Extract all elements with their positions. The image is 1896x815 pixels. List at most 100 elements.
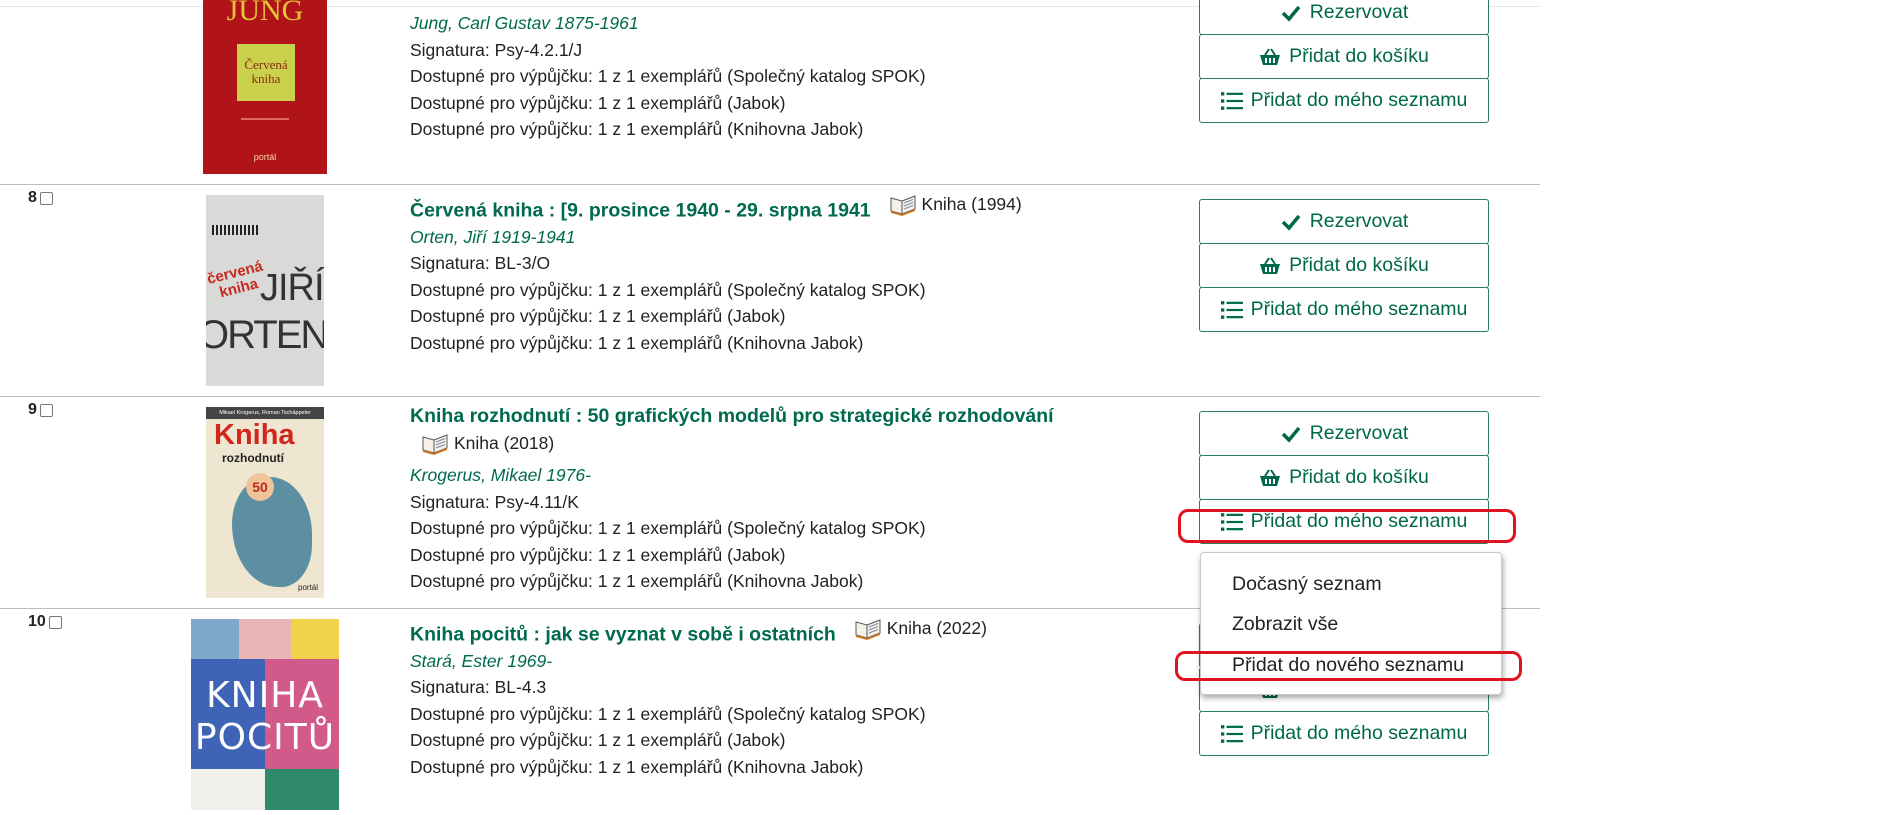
- cover-panel-text: Červená kniha: [244, 57, 288, 86]
- cover-number: 50: [246, 473, 274, 501]
- record-actions: Rezervovat Přidat do košíku Přidat do mé…: [1199, 0, 1489, 123]
- cover-tile: [291, 619, 339, 659]
- menu-item-show-all[interactable]: Zobrazit vše: [1232, 613, 1338, 636]
- check-icon: [1280, 3, 1302, 23]
- add-to-list-button[interactable]: Přidat do mého seznamu: [1199, 78, 1489, 123]
- author-link[interactable]: Orten, Jiří 1919-1941: [410, 224, 1022, 251]
- add-to-cart-button[interactable]: Přidat do košíku: [1199, 243, 1489, 288]
- availability-line: Dostupné pro výpůjčku: 1 z 1 exemplářů (…: [410, 571, 864, 592]
- cover-title: JUNG: [226, 0, 304, 27]
- list-icon: [1220, 512, 1243, 532]
- record-actions: Rezervovat Přidat do košíku Přidat do mé…: [1199, 411, 1489, 544]
- result-number: 10: [28, 613, 62, 631]
- result-number-label: 8: [28, 189, 37, 206]
- record-info: Červená kniha : [9. prosince 1940 - 29. …: [410, 191, 1022, 356]
- add-to-cart-label: Přidat do košíku: [1289, 45, 1429, 67]
- cover-name-last: ORTEN: [206, 313, 324, 357]
- format-label: Kniha (2022): [886, 618, 987, 638]
- availability-line: Dostupné pro výpůjčku: 1 z 1 exemplářů (…: [410, 279, 926, 300]
- format-label: Kniha (2018): [454, 432, 555, 453]
- author-link[interactable]: Stará, Ester 1969-: [410, 648, 987, 675]
- book-icon: [888, 192, 918, 217]
- cover-tile: [191, 619, 239, 659]
- record-info: Kniha pocitů : jak se vyznat v sobě i os…: [410, 615, 987, 780]
- add-to-cart-button[interactable]: Přidat do košíku: [1199, 455, 1489, 500]
- cover-big-title: Kniha: [214, 419, 295, 451]
- signature: Signatura: BL-4.3: [410, 677, 547, 698]
- availability-line: Dostupné pro výpůjčku: 1 z 1 exemplářů (…: [410, 92, 786, 113]
- cover-sub-title: rozhodnutí: [222, 451, 284, 465]
- select-checkbox[interactable]: [48, 615, 62, 629]
- basket-icon: [1259, 256, 1281, 276]
- menu-item-temporary-list[interactable]: Dočasný seznam: [1232, 573, 1382, 596]
- availability-line: Dostupné pro výpůjčku: 1 z 1 exemplářů (…: [410, 119, 864, 139]
- signature: Signatura: BL-3/O: [410, 253, 551, 274]
- signature: Signatura: Psy-4.2.1/J: [410, 39, 583, 60]
- reserve-label: Rezervovat: [1309, 1, 1409, 23]
- author-link[interactable]: Krogerus, Mikael 1976-: [410, 462, 1054, 489]
- list-icon: [1220, 91, 1243, 111]
- add-to-cart-label: Přidat do košíku: [1289, 254, 1429, 276]
- reserve-button[interactable]: Rezervovat: [1199, 199, 1489, 244]
- cover-panel: Červená kniha: [237, 44, 295, 101]
- reserve-label: Rezervovat: [1309, 422, 1409, 444]
- basket-icon: [1259, 47, 1281, 67]
- format-badge: Kniha (2018): [420, 430, 554, 457]
- add-to-list-label: Přidat do mého seznamu: [1250, 298, 1468, 320]
- record-title-link[interactable]: Červená kniha : [9. prosince 1940 - 29. …: [410, 199, 871, 221]
- cover-tile: [191, 769, 265, 810]
- reserve-button[interactable]: Rezervovat: [1199, 411, 1489, 456]
- select-checkbox[interactable]: [39, 403, 53, 417]
- availability-line: Dostupné pro výpůjčku: 1 z 1 exemplářů (…: [410, 756, 864, 777]
- list-dropdown-menu: Dočasný seznam Zobrazit vše Přidat do no…: [1200, 552, 1502, 695]
- record-info: Jung, Carl Gustav 1875-1961 Signatura: P…: [410, 10, 926, 143]
- cover-title-line2: POCITŮ: [194, 717, 336, 758]
- add-to-list-button[interactable]: Přidat do mého seznamu: [1199, 711, 1489, 756]
- menu-item-add-to-new-list[interactable]: Přidat do nového seznamu: [1232, 654, 1464, 677]
- result-number-label: 10: [28, 613, 46, 630]
- result-number-label: 9: [28, 401, 37, 418]
- add-to-list-button[interactable]: Přidat do mého seznamu: [1199, 499, 1489, 544]
- availability-line: Dostupné pro výpůjčku: 1 z 1 exemplářů (…: [410, 306, 786, 327]
- result-row: 8 červená kniha JIŘÍ ORTEN Červená kniha…: [0, 185, 1540, 397]
- check-icon: [1280, 424, 1302, 444]
- book-cover[interactable]: Mikael Krogerus, Roman Tschäppeler Kniha…: [206, 407, 324, 598]
- record-title-link[interactable]: Kniha rozhodnutí : 50 grafických modelů …: [410, 403, 1054, 430]
- author-link[interactable]: Jung, Carl Gustav 1875-1961: [410, 10, 926, 37]
- add-to-list-button[interactable]: Přidat do mého seznamu: [1199, 287, 1489, 332]
- cover-publisher: portál: [253, 152, 277, 162]
- availability-line: Dostupné pro výpůjčku: 1 z 1 exemplářů (…: [410, 332, 864, 353]
- list-icon: [1220, 724, 1243, 744]
- result-row: JUNG Červená kniha portál Jung, Carl Gus…: [0, 0, 1540, 185]
- add-to-cart-label: Přidat do košíku: [1289, 466, 1429, 488]
- availability-line: Dostupné pro výpůjčku: 1 z 1 exemplářů (…: [410, 703, 926, 724]
- book-cover[interactable]: JUNG Červená kniha portál: [203, 0, 327, 174]
- cover-name-first: JIŘÍ: [260, 267, 324, 309]
- add-to-cart-button[interactable]: Přidat do košíku: [1199, 34, 1489, 79]
- result-number: 9: [28, 401, 53, 419]
- cover-title-line1: KNIHA: [206, 675, 324, 716]
- reserve-label: Rezervovat: [1309, 210, 1409, 232]
- book-icon: [420, 431, 450, 455]
- cover-barcode: [212, 225, 258, 235]
- signature: Signatura: Psy-4.11/K: [410, 491, 579, 512]
- book-cover[interactable]: červená kniha JIŘÍ ORTEN: [206, 195, 324, 386]
- add-to-list-label: Přidat do mého seznamu: [1250, 722, 1468, 744]
- select-checkbox[interactable]: [39, 191, 53, 205]
- format-badge: Kniha (2022): [853, 615, 987, 642]
- cover-tile: [265, 769, 339, 810]
- availability-line: Dostupné pro výpůjčku: 1 z 1 exemplářů (…: [410, 66, 926, 86]
- format-label: Kniha (1994): [921, 194, 1022, 214]
- availability-line: Dostupné pro výpůjčku: 1 z 1 exemplářů (…: [410, 518, 926, 539]
- record-title-link[interactable]: Kniha pocitů : jak se vyznat v sobě i os…: [410, 623, 836, 645]
- list-icon: [1220, 300, 1243, 320]
- add-to-list-label: Přidat do mého seznamu: [1250, 510, 1468, 532]
- basket-icon: [1259, 468, 1281, 488]
- book-cover[interactable]: KNIHA POCITŮ: [191, 619, 339, 810]
- result-number: 8: [28, 189, 53, 207]
- cover-authors: Mikael Krogerus, Roman Tschäppeler: [206, 407, 324, 419]
- availability-line: Dostupné pro výpůjčku: 1 z 1 exemplářů (…: [410, 730, 786, 751]
- reserve-button[interactable]: Rezervovat: [1199, 0, 1489, 35]
- record-actions: Rezervovat Přidat do košíku Přidat do mé…: [1199, 199, 1489, 332]
- book-icon: [853, 616, 883, 641]
